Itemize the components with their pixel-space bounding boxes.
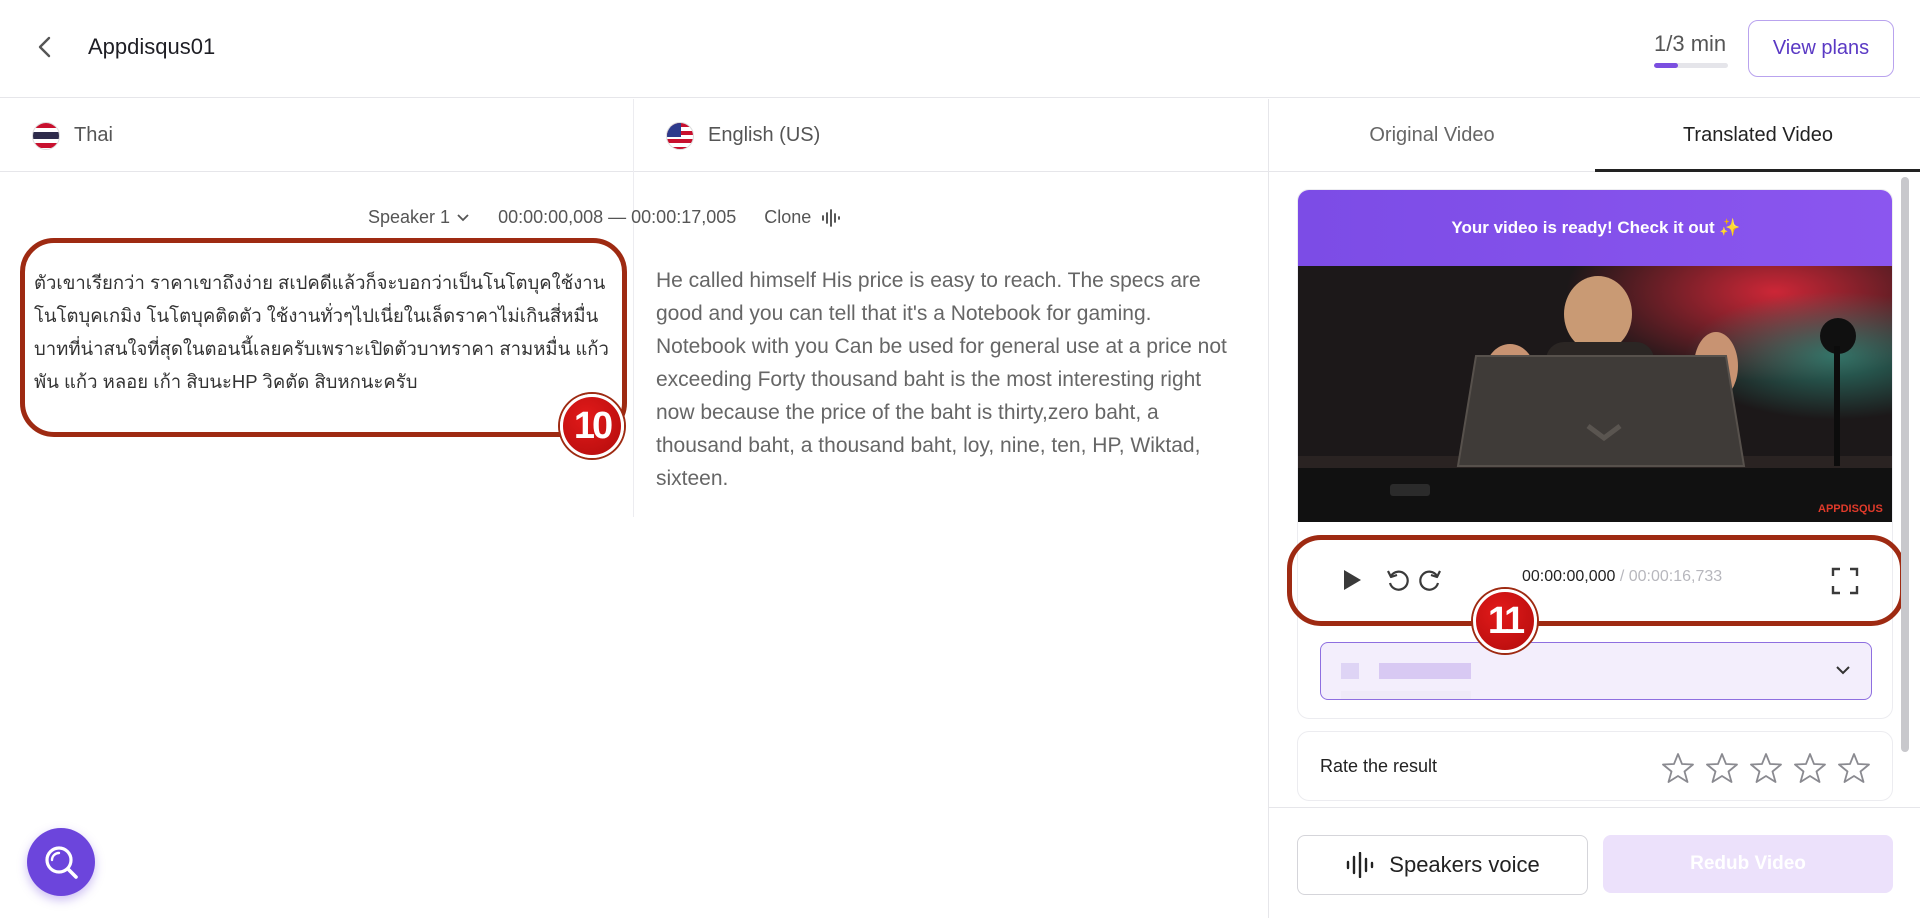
star-4-icon[interactable] — [1793, 752, 1827, 784]
video-ready-banner[interactable]: Your video is ready! Check it out ✨ — [1298, 190, 1892, 266]
scrollbar[interactable] — [1901, 177, 1909, 752]
blurred-placeholder — [1341, 691, 1471, 699]
segment-meta-row: Speaker 1 00:00:00,008 — 00:00:17,005 Cl… — [368, 207, 869, 228]
video-player[interactable]: APPDISQUS — [1298, 266, 1892, 522]
view-plans-button[interactable]: View plans — [1748, 20, 1894, 77]
video-card: Your video is ready! Check it out ✨ APPD… — [1297, 189, 1893, 719]
redub-video-button[interactable]: Redub Video — [1603, 835, 1893, 893]
search-fab-button[interactable] — [27, 828, 95, 896]
top-header: Appdisqus01 1/3 min View plans — [0, 0, 1920, 98]
annotation-box-10 — [20, 238, 627, 437]
rate-result-card: Rate the result — [1297, 731, 1893, 801]
waveform-icon — [1347, 852, 1374, 878]
tab-translated-video[interactable]: Translated Video — [1595, 99, 1920, 172]
segment-time-range: 00:00:00,008 — 00:00:17,005 — [498, 207, 737, 227]
search-icon — [45, 846, 78, 879]
annotation-badge-11: 11 — [1473, 589, 1537, 653]
chevron-left-icon — [38, 36, 51, 58]
language-bar: Thai English (US) — [0, 99, 1268, 172]
video-watermark: APPDISQUS — [1818, 503, 1883, 515]
usage-text: 1/3 min — [1654, 31, 1727, 56]
waveform-icon — [822, 208, 841, 227]
speakers-voice-label: Speakers voice — [1389, 852, 1540, 877]
tab-original-video[interactable]: Original Video — [1269, 99, 1595, 172]
thai-flag-icon — [32, 121, 60, 150]
target-language-label: English (US) — [708, 124, 821, 146]
scrollbar-thumb[interactable] — [1901, 177, 1909, 752]
speakers-voice-button[interactable]: Speakers voice — [1297, 835, 1588, 895]
chevron-down-icon — [457, 213, 469, 221]
rate-label: Rate the result — [1320, 756, 1438, 776]
column-divider — [633, 99, 634, 517]
blurred-placeholder — [1341, 663, 1359, 679]
source-language-label: Thai — [74, 124, 113, 146]
video-thumbnail: APPDISQUS — [1298, 266, 1892, 522]
project-title: Appdisqus01 — [88, 34, 216, 59]
source-language[interactable]: Thai — [32, 99, 113, 172]
star-3-icon[interactable] — [1749, 752, 1783, 784]
clone-label: Clone — [764, 207, 812, 227]
video-pane: Original Video Translated Video Your vid… — [1268, 99, 1920, 918]
star-1-icon[interactable] — [1661, 752, 1695, 784]
star-5-icon[interactable] — [1837, 752, 1871, 784]
usage-progress-bar — [1654, 63, 1728, 68]
annotation-box-11 — [1287, 535, 1905, 626]
us-flag-icon — [666, 121, 694, 150]
speaker-label: Speaker 1 — [368, 207, 451, 227]
star-2-icon[interactable] — [1705, 752, 1739, 784]
bottom-divider — [1269, 807, 1920, 808]
back-button[interactable] — [30, 32, 60, 62]
blurred-placeholder — [1379, 663, 1471, 679]
translated-text[interactable]: He called himself His price is easy to r… — [656, 264, 1231, 495]
target-language[interactable]: English (US) — [666, 99, 820, 172]
voice-select-dropdown[interactable] — [1320, 642, 1872, 700]
usage-meter: 1/3 min — [1654, 31, 1730, 68]
chevron-down-icon — [1836, 666, 1850, 675]
clone-button[interactable]: Clone — [764, 207, 841, 228]
speaker-dropdown[interactable]: Speaker 1 — [368, 207, 470, 228]
usage-progress-fill — [1654, 63, 1679, 68]
active-tab-indicator — [1595, 169, 1920, 172]
annotation-badge-10: 10 — [560, 394, 624, 458]
